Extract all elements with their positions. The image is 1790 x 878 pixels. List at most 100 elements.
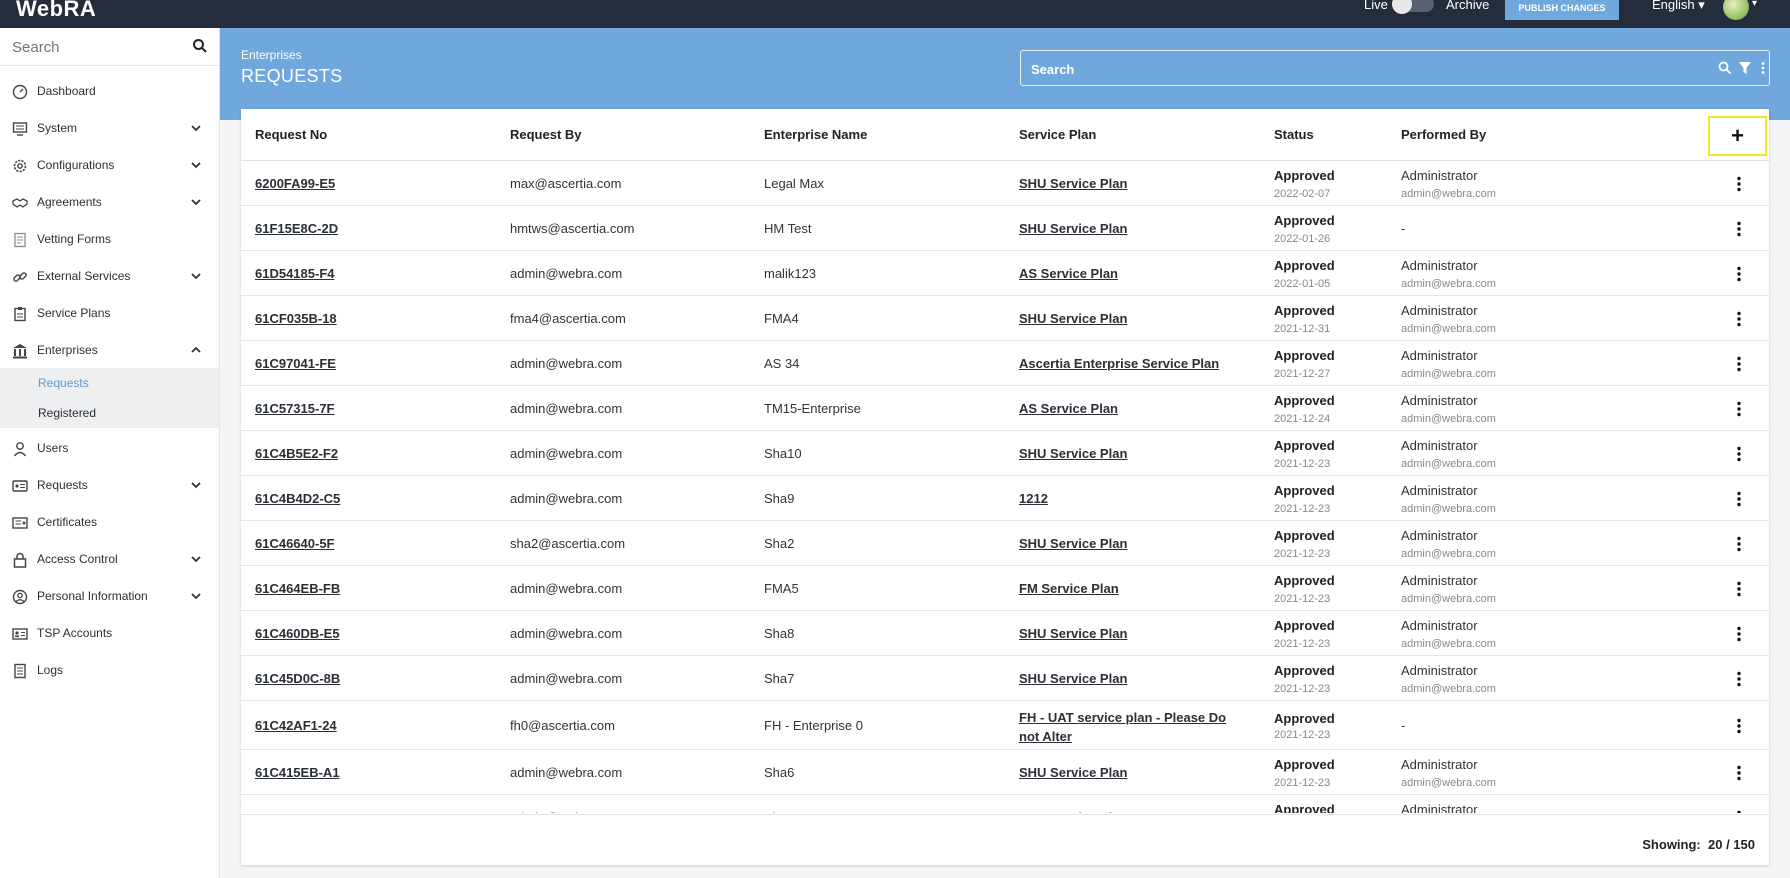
table-row[interactable]: 61D54185-F4 admin@webra.com malik123 AS Ser… bbox=[241, 252, 1769, 296]
service-plan-link[interactable]: Ascertia Enterprise Service Plan bbox=[1019, 356, 1219, 371]
request-no-link[interactable]: 61D54185-F4 bbox=[255, 266, 335, 281]
service-plan-link[interactable]: FH - UAT service plan - Please Do not Al… bbox=[1019, 708, 1244, 746]
main-search-input[interactable] bbox=[1031, 59, 1591, 79]
table-row[interactable]: 61C4B4D2-C5 admin@webra.com Sha9 1212 Approv… bbox=[241, 477, 1769, 521]
service-plan-link[interactable]: 1212 bbox=[1019, 491, 1048, 506]
service-plan-link[interactable]: FM Service Plan bbox=[1019, 581, 1119, 596]
add-request-button[interactable]: + bbox=[1708, 116, 1767, 156]
row-actions-icon[interactable] bbox=[1735, 671, 1743, 687]
row-actions-icon[interactable] bbox=[1735, 176, 1743, 192]
sidebar-item-logs[interactable]: Logs bbox=[0, 655, 219, 687]
sidebar-subitem-registered[interactable]: Registered bbox=[0, 398, 219, 428]
row-actions-icon[interactable] bbox=[1735, 266, 1743, 282]
table-row[interactable]: 61C4B5E2-F2 admin@webra.com Sha10 SHU Servi… bbox=[241, 432, 1769, 476]
language-select[interactable]: English ▾ bbox=[1652, 0, 1705, 13]
request-no-link[interactable]: 61C57315-7F bbox=[255, 401, 335, 416]
sidebar-item-agreements[interactable]: Agreements bbox=[0, 187, 219, 219]
sidebar-item-personal-information[interactable]: Personal Information bbox=[0, 581, 219, 613]
row-actions-icon[interactable] bbox=[1735, 491, 1743, 507]
table-row[interactable]: 61C46640-5F sha2@ascertia.com Sha2 SHU Serv… bbox=[241, 522, 1769, 566]
table-row[interactable]: 61C35544-63 admin@webra.com Sha5 SHU Servic… bbox=[241, 796, 1769, 813]
column-header-service-plan[interactable]: Service Plan bbox=[1019, 127, 1096, 142]
sidebar-item-configurations[interactable]: Configurations bbox=[0, 150, 219, 182]
service-plan-link[interactable]: SHU Service Plan bbox=[1019, 446, 1127, 461]
more-vertical-icon[interactable] bbox=[1756, 61, 1770, 75]
service-plan-link[interactable]: SHU Service Plan bbox=[1019, 176, 1127, 191]
column-header-request-by[interactable]: Request By bbox=[510, 127, 582, 142]
request-no-link[interactable]: 61C464EB-FB bbox=[255, 581, 340, 596]
request-no-link[interactable]: 61CF035B-18 bbox=[255, 311, 337, 326]
status-date: 2021-12-23 bbox=[1274, 777, 1331, 789]
table-row[interactable]: 61CF035B-18 fma4@ascertia.com FMA4 SHU Serv… bbox=[241, 297, 1769, 341]
request-no-link[interactable]: 61C4B5E2-F2 bbox=[255, 446, 338, 461]
column-header-status[interactable]: Status bbox=[1274, 127, 1314, 142]
sidebar-search-input[interactable] bbox=[12, 36, 182, 58]
table-row[interactable]: 61C57315-7F admin@webra.com TM15-Enterpris… bbox=[241, 387, 1769, 431]
service-plan-link[interactable]: SHU Service Plan bbox=[1019, 626, 1127, 641]
table-row[interactable]: 61C464EB-FB admin@webra.com FMA5 FM Service… bbox=[241, 567, 1769, 611]
request-no-link[interactable]: 6200FA99-E5 bbox=[255, 176, 335, 191]
sidebar-item-system[interactable]: System bbox=[0, 113, 219, 145]
request-no-link[interactable]: 61C97041-FE bbox=[255, 356, 336, 371]
table-row[interactable]: 61C415EB-A1 admin@webra.com Sha6 SHU Servic… bbox=[241, 751, 1769, 795]
building-icon bbox=[13, 344, 27, 359]
request-no-link[interactable]: 61C4B4D2-C5 bbox=[255, 491, 340, 506]
breadcrumb[interactable]: Enterprises bbox=[241, 48, 302, 62]
sidebar-item-dashboard[interactable]: Dashboard bbox=[0, 76, 219, 108]
table-row[interactable]: 6200FA99-E5 max@ascertia.com Legal Max SHU … bbox=[241, 162, 1769, 206]
avatar[interactable] bbox=[1723, 0, 1749, 20]
sidebar-item-access-control[interactable]: Access Control bbox=[0, 544, 219, 576]
sidebar-item-service-plans[interactable]: Service Plans bbox=[0, 298, 219, 330]
live-archive-toggle[interactable] bbox=[1392, 0, 1434, 14]
row-actions-icon[interactable] bbox=[1735, 718, 1743, 734]
request-no-link[interactable]: 61C42AF1-24 bbox=[255, 718, 337, 733]
service-plan-link[interactable]: SHU Service Plan bbox=[1019, 810, 1127, 813]
sidebar-item-certificates[interactable]: Certificates bbox=[0, 507, 219, 539]
table-row[interactable]: 61C460DB-E5 admin@webra.com Sha8 SHU Servic… bbox=[241, 612, 1769, 656]
table-row[interactable]: 61C45D0C-8B admin@webra.com Sha7 SHU Servic… bbox=[241, 657, 1769, 701]
column-header-request-no[interactable]: Request No bbox=[255, 127, 327, 142]
request-no-link[interactable]: 61C460DB-E5 bbox=[255, 626, 340, 641]
request-no-link[interactable]: 61C46640-5F bbox=[255, 536, 335, 551]
chevron-down-icon[interactable]: ▾ bbox=[1752, 0, 1757, 9]
sidebar-item-requests[interactable]: Requests bbox=[0, 470, 219, 502]
table-row[interactable]: 61C97041-FE admin@webra.com AS 34 Ascertia … bbox=[241, 342, 1769, 386]
row-actions-icon[interactable] bbox=[1735, 581, 1743, 597]
row-actions-icon[interactable] bbox=[1735, 221, 1743, 237]
sidebar-item-external-services[interactable]: External Services bbox=[0, 261, 219, 293]
row-actions-icon[interactable] bbox=[1735, 765, 1743, 781]
row-actions-icon[interactable] bbox=[1735, 626, 1743, 642]
filter-icon[interactable] bbox=[1738, 61, 1752, 75]
request-no-link[interactable]: 61C415EB-A1 bbox=[255, 765, 340, 780]
request-no-link[interactable]: 61F15E8C-2D bbox=[255, 221, 338, 236]
row-actions-icon[interactable] bbox=[1735, 311, 1743, 327]
status-badge: Approved bbox=[1274, 303, 1335, 318]
sidebar-item-enterprises[interactable]: Enterprises bbox=[0, 335, 219, 367]
row-actions-icon[interactable] bbox=[1735, 446, 1743, 462]
search-icon[interactable] bbox=[192, 38, 208, 54]
search-icon[interactable] bbox=[1718, 61, 1732, 75]
service-plan-link[interactable]: SHU Service Plan bbox=[1019, 536, 1127, 551]
service-plan-link[interactable]: AS Service Plan bbox=[1019, 266, 1118, 281]
table-row[interactable]: 61F15E8C-2D hmtws@ascertia.com HM Test SHU … bbox=[241, 207, 1769, 251]
service-plan-link[interactable]: SHU Service Plan bbox=[1019, 671, 1127, 686]
sidebar-item-vetting-forms[interactable]: Vetting Forms bbox=[0, 224, 219, 256]
publish-changes-button[interactable]: PUBLISH CHANGES bbox=[1505, 0, 1619, 20]
service-plan-link[interactable]: SHU Service Plan bbox=[1019, 221, 1127, 236]
service-plan-link[interactable]: SHU Service Plan bbox=[1019, 765, 1127, 780]
enterprise-name-cell: FMA5 bbox=[764, 581, 799, 596]
row-actions-icon[interactable] bbox=[1735, 536, 1743, 552]
sidebar-item-users[interactable]: Users bbox=[0, 433, 219, 465]
request-no-link[interactable]: 61C45D0C-8B bbox=[255, 671, 340, 686]
table-row[interactable]: 61C42AF1-24 fh0@ascertia.com FH - Enterpri… bbox=[241, 702, 1769, 750]
sidebar-item-tsp-accounts[interactable]: TSP Accounts bbox=[0, 618, 219, 650]
column-header-enterprise-name[interactable]: Enterprise Name bbox=[764, 127, 867, 142]
row-actions-icon[interactable] bbox=[1735, 356, 1743, 372]
row-actions-icon[interactable] bbox=[1735, 401, 1743, 417]
service-plan-link[interactable]: AS Service Plan bbox=[1019, 401, 1118, 416]
service-plan-link[interactable]: SHU Service Plan bbox=[1019, 311, 1127, 326]
request-no-link[interactable]: 61C35544-63 bbox=[255, 810, 334, 813]
row-actions-icon[interactable] bbox=[1735, 810, 1743, 813]
column-header-performed-by[interactable]: Performed By bbox=[1401, 127, 1486, 142]
sidebar-subitem-requests[interactable]: Requests bbox=[0, 368, 219, 398]
